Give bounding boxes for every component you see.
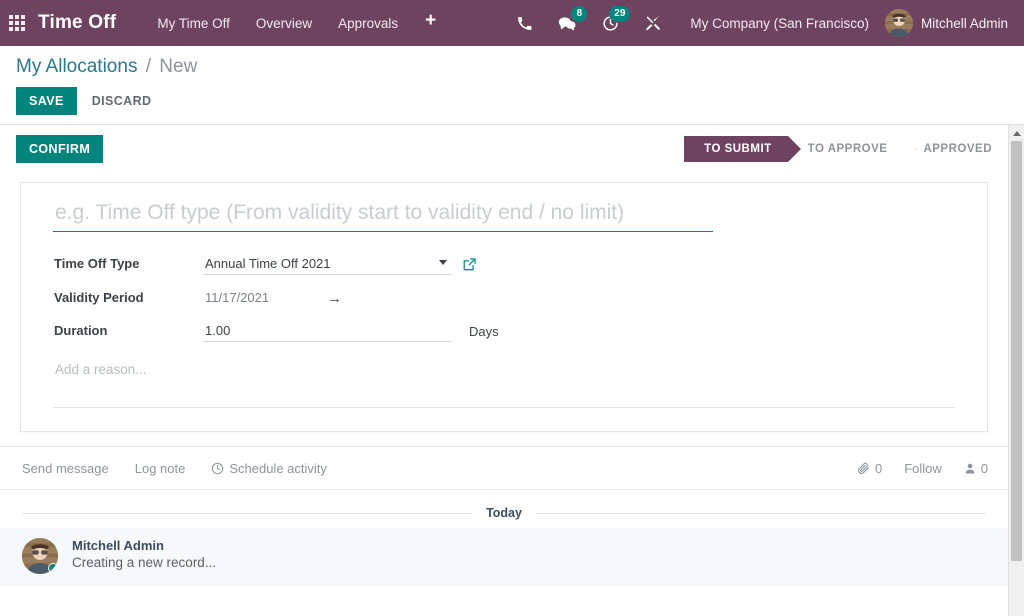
form-sheet-background: Time Off Type [0,172,1008,432]
message-item: Mitchell Admin Creating a new record... [0,528,1008,586]
log-note-button[interactable]: Log note [135,461,186,476]
activities-clock-icon[interactable]: 29 [589,0,632,46]
form-sheet: Time Off Type [20,182,988,432]
statusbar-row: CONFIRM TO SUBMIT TO APPROVE APPROVED [0,125,1008,172]
scrollbar-thumb[interactable] [1011,141,1022,561]
online-status-dot [48,563,58,573]
message-day-separator: Today [0,490,1008,528]
phone-icon[interactable] [504,0,545,46]
duration-input[interactable] [203,321,451,342]
avatar [885,9,913,37]
schedule-activity-button[interactable]: Schedule activity [211,461,327,476]
messages-badge: 8 [571,6,587,22]
follow-button[interactable]: Follow [904,461,942,476]
activities-badge: 29 [609,6,630,22]
status-stage-label: TO SUBMIT [704,143,772,155]
form-scroll-container: CONFIRM TO SUBMIT TO APPROVE APPROVED [0,125,1008,616]
control-panel: My Allocations / New SAVE DISCARD [0,46,1024,125]
status-stage-to-approve[interactable]: TO APPROVE [788,136,904,162]
menu-item-my-time-off[interactable]: My Time Off [144,10,243,37]
breadcrumb-item-my-allocations[interactable]: My Allocations [16,56,137,77]
menu-item-new-plus[interactable]: + [411,8,450,38]
chatter-toolbar: Send message Log note Schedule activity … [0,447,1008,490]
paperclip-icon [857,462,870,475]
chatter-right-group: 0 Follow 0 [857,461,988,476]
top-navbar: Time Off My Time Off Overview Approvals … [0,0,1024,46]
follower-count-label: 0 [981,461,988,476]
save-button[interactable]: SAVE [16,87,77,115]
time-off-type-select[interactable] [203,254,451,275]
discard-button[interactable]: DISCARD [81,87,163,115]
attachment-count[interactable]: 0 [857,461,882,476]
status-pipeline: TO SUBMIT TO APPROVE APPROVED [684,136,1008,162]
duration-unit-label: Days [469,324,499,339]
chatter: Send message Log note Schedule activity … [0,446,1008,586]
messages-icon[interactable]: 8 [545,0,589,46]
status-stage-label: TO APPROVE [808,143,888,155]
time-off-type-input[interactable] [203,254,451,275]
user-name-label: Mitchell Admin [921,16,1008,31]
record-actions: SAVE DISCARD [16,87,1008,115]
time-off-type-value-wrap [203,254,476,275]
message-author[interactable]: Mitchell Admin [72,538,216,553]
schedule-activity-label: Schedule activity [229,461,327,476]
external-link-icon[interactable] [463,258,476,271]
field-row-time-off-type: Time Off Type [53,254,955,275]
message-avatar [22,538,58,574]
debug-tools-icon[interactable] [632,0,674,46]
duration-label: Duration [53,323,203,338]
day-separator-label: Today [486,506,522,520]
main-content-area: CONFIRM TO SUBMIT TO APPROVE APPROVED [0,125,1024,616]
attachment-count-label: 0 [875,461,882,476]
allocation-name-input[interactable] [53,199,713,232]
scroll-up-button[interactable] [1009,125,1024,141]
breadcrumb-current-new: New [159,56,197,77]
validity-period-value-wrap: 11/17/2021 → [203,288,346,308]
status-stage-to-submit[interactable]: TO SUBMIT [684,136,788,162]
person-icon [964,462,976,475]
clock-icon [211,462,224,475]
message-body: Creating a new record... [72,555,216,570]
vertical-scrollbar[interactable] [1008,125,1024,616]
app-brand-title[interactable]: Time Off [38,12,116,34]
message-content: Mitchell Admin Creating a new record... [72,538,216,570]
time-off-type-label: Time Off Type [53,256,203,271]
follower-count[interactable]: 0 [964,461,988,476]
date-range-arrow-icon: → [323,290,346,307]
status-stage-label: APPROVED [923,143,992,155]
apps-grid-icon[interactable] [0,0,34,46]
separator-line-left [22,513,472,514]
menu-item-approvals[interactable]: Approvals [325,10,411,37]
validity-start-date[interactable]: 11/17/2021 [203,288,323,308]
duration-value-wrap: Days [203,321,499,342]
stage-arrow-icon [788,136,801,162]
menu-item-overview[interactable]: Overview [243,10,325,37]
validity-period-label: Validity Period [53,290,203,305]
company-selector[interactable]: My Company (San Francisco) [674,16,885,31]
separator-line-right [536,513,986,514]
send-message-button[interactable]: Send message [22,461,109,476]
field-row-duration: Duration Days [53,321,955,342]
status-stage-approved[interactable]: APPROVED [903,136,1008,162]
field-row-validity-period: Validity Period 11/17/2021 → [53,288,955,308]
user-menu[interactable]: Mitchell Admin [885,9,1014,37]
form-fields-group: Time Off Type [53,254,955,342]
reason-input[interactable]: Add a reason... [53,358,955,408]
breadcrumb-separator: / [146,56,151,77]
navbar-right-group: 8 29 My Company (San Francisco) [504,0,1014,46]
breadcrumb: My Allocations / New [16,56,1008,78]
confirm-button[interactable]: CONFIRM [16,135,103,163]
